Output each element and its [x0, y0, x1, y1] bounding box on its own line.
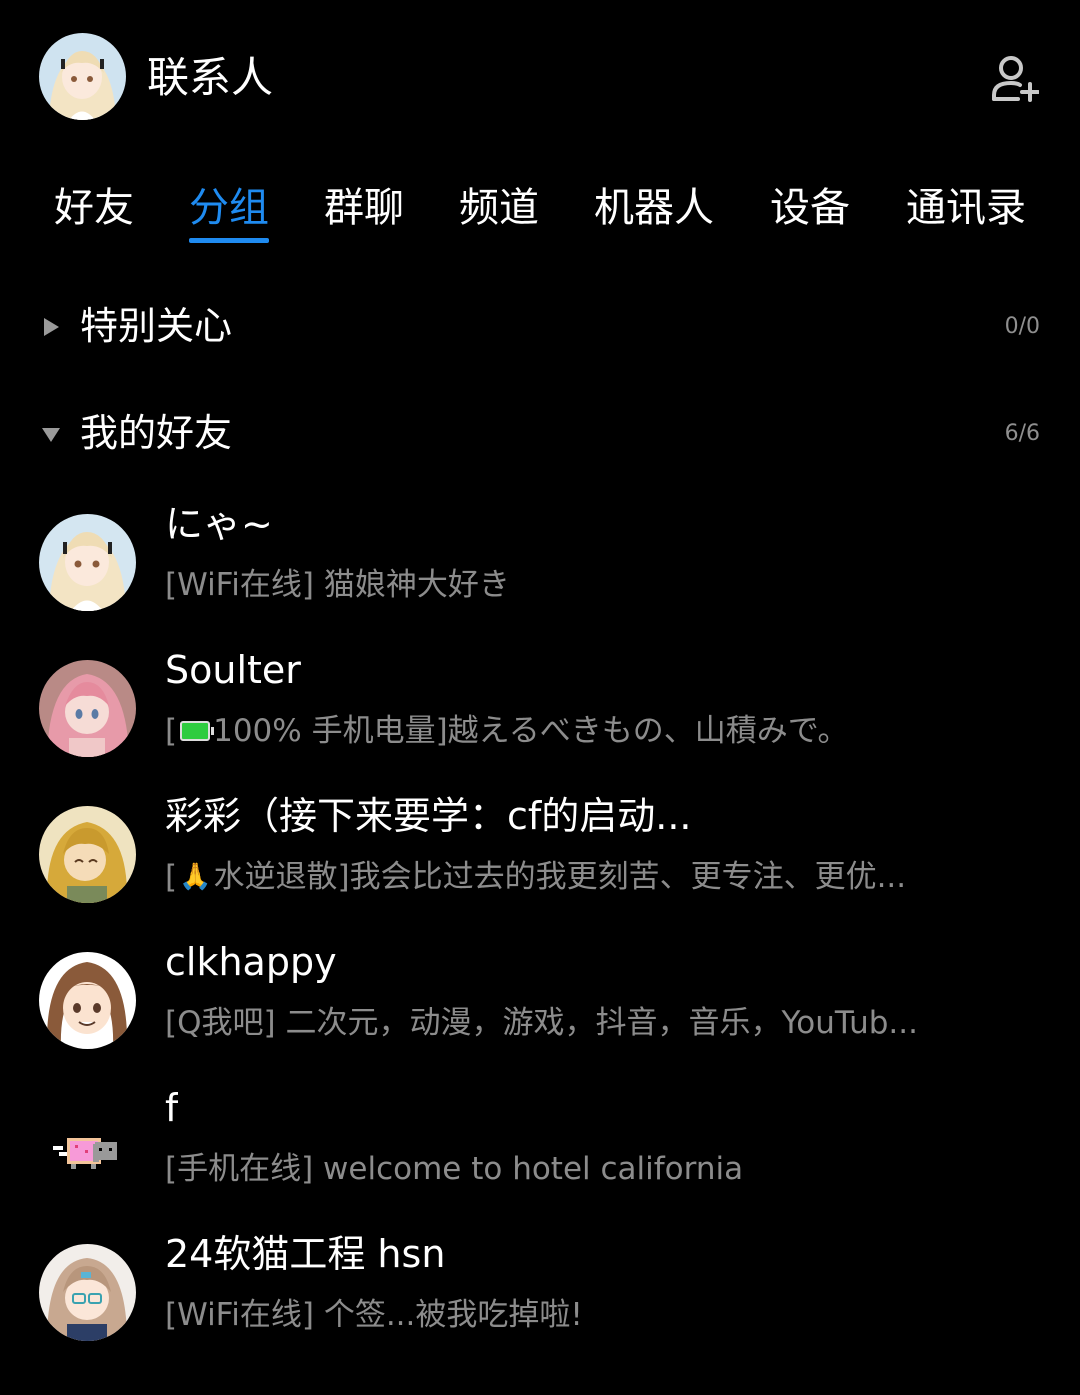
status-bracket: [ [165, 859, 178, 895]
tab-address-book[interactable]: 通讯录 [906, 178, 1026, 238]
friend-status: [ 100% 手机电量]越えるべきもの、山積みで。 [165, 711, 849, 751]
status-text: 100% 手机电量]越えるべきもの、山積みで。 [213, 713, 849, 749]
friend-item[interactable]: clkhappy [Q我吧] 二次元，动漫，游戏，抖音，音乐，YouTub... [0, 933, 1080, 1079]
friend-name: Soulter [165, 648, 301, 692]
avatar [39, 660, 136, 757]
group-count: 6/6 [1004, 421, 1040, 446]
tab-channels[interactable]: 频道 [459, 178, 539, 238]
tab-bar: 好友 分组 群聊 频道 机器人 设备 通讯录 [0, 178, 1080, 248]
friend-status: [WiFi在线] 猫娘神大好き [165, 567, 510, 603]
friend-item[interactable]: Soulter [ 100% 手机电量]越えるべきもの、山積みで。 [0, 641, 1080, 787]
friend-item[interactable]: 24软猫工程 hsn [WiFi在线] 个签...被我吃掉啦! [0, 1225, 1080, 1371]
friend-status: [ 🙏 水逆退散]我会比过去的我更刻苦、更专注、更优... [165, 857, 906, 897]
add-person-icon [992, 56, 1039, 102]
status-bracket: [ [165, 713, 178, 749]
friend-status: [手机在线] welcome to hotel california [165, 1151, 744, 1187]
group-my-friends[interactable]: 我的好友 6/6 [0, 395, 1080, 475]
expanded-arrow-icon [42, 428, 60, 442]
friend-status: [WiFi在线] 个签...被我吃掉啦! [165, 1297, 583, 1333]
avatar [39, 952, 136, 1049]
friend-name: 24软猫工程 hsn [165, 1232, 446, 1276]
active-tab-indicator [189, 238, 269, 243]
friend-name: 彩彩（接下来要学：cf的启动... [165, 794, 692, 838]
friend-name: にゃ~ [165, 502, 273, 546]
group-name: 我的好友 [80, 411, 233, 455]
friend-name: clkhappy [165, 940, 337, 984]
group-count: 0/0 [1004, 314, 1040, 339]
header: 联系人 [0, 0, 1080, 160]
status-text: 水逆退散]我会比过去的我更刻苦、更专注、更优... [213, 859, 907, 895]
friend-item[interactable]: 彩彩（接下来要学：cf的启动... [ 🙏 水逆退散]我会比过去的我更刻苦、更专… [0, 787, 1080, 933]
avatar [39, 1244, 136, 1341]
group-special-care[interactable]: 特别关心 0/0 [0, 288, 1080, 368]
folded-hands-icon: 🙏 [179, 862, 212, 892]
avatar [39, 1098, 136, 1195]
friend-item[interactable]: f [手机在线] welcome to hotel california [0, 1079, 1080, 1225]
page-title: 联系人 [147, 53, 274, 102]
battery-full-icon [180, 721, 215, 741]
tab-group-chats[interactable]: 群聊 [324, 178, 404, 238]
tab-friends[interactable]: 好友 [54, 178, 134, 238]
friend-status: [Q我吧] 二次元，动漫，游戏，抖音，音乐，YouTub... [165, 1005, 918, 1041]
add-friend-button[interactable] [986, 50, 1042, 106]
avatar [39, 806, 136, 903]
tab-bots[interactable]: 机器人 [594, 178, 714, 238]
collapsed-arrow-icon [44, 318, 59, 336]
tab-devices[interactable]: 设备 [770, 178, 850, 238]
my-avatar[interactable] [39, 33, 126, 120]
tab-groups[interactable]: 分组 [189, 178, 269, 243]
friend-name: f [165, 1086, 179, 1130]
friend-item[interactable]: にゃ~ [WiFi在线] 猫娘神大好き [0, 495, 1080, 641]
avatar [39, 514, 136, 611]
group-name: 特别关心 [80, 304, 233, 348]
